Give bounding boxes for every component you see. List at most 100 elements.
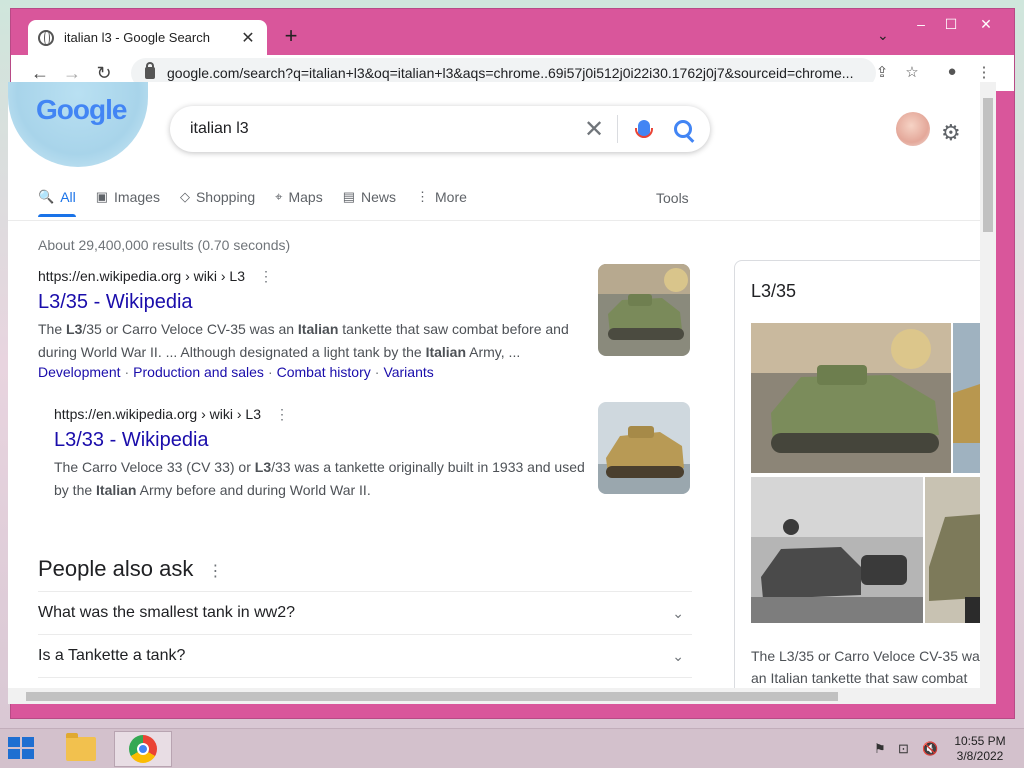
search-divider xyxy=(617,115,618,143)
tab-images[interactable]: ▣ Images xyxy=(96,180,160,214)
folder-icon xyxy=(66,733,96,761)
tab-more[interactable]: ⋮ More xyxy=(416,180,467,214)
map-pin-icon: ⌖ xyxy=(275,189,283,204)
lock-icon[interactable] xyxy=(145,62,155,79)
result-url-text: https://en.wikipedia.org › wiki › L3 xyxy=(54,406,261,422)
chrome-taskbar-button[interactable] xyxy=(114,731,172,767)
file-explorer-taskbar-button[interactable] xyxy=(52,731,110,767)
result-thumbnail[interactable] xyxy=(598,402,690,494)
paa-title-text: People also ask xyxy=(38,556,194,581)
horizontal-scrollbar[interactable] xyxy=(8,688,996,704)
clear-icon[interactable]: ✕ xyxy=(579,115,609,144)
search-input[interactable]: italian l3 xyxy=(190,120,579,138)
tab-close-icon[interactable]: ✕ xyxy=(239,28,257,48)
start-button-windows-icon[interactable] xyxy=(8,737,36,761)
result-options-icon[interactable]: ⋮ xyxy=(275,406,289,422)
knowledge-panel-image[interactable] xyxy=(751,477,923,623)
maximize-button[interactable]: ☐ xyxy=(936,13,966,35)
sitelink-variants[interactable]: Variants xyxy=(383,364,433,380)
tab-all[interactable]: 🔍 All xyxy=(38,180,76,217)
result-url[interactable]: https://en.wikipedia.org › wiki › L3 ⋮ xyxy=(38,268,583,285)
sitelink-development[interactable]: Development xyxy=(38,364,121,380)
tab-news[interactable]: ▤ News xyxy=(343,180,396,214)
avatar[interactable] xyxy=(896,112,930,146)
knowledge-panel-description: The L3/35 or Carro Veloce CV-35 was an I… xyxy=(751,645,980,688)
system-clock[interactable]: 10:55 PM 3/8/2022 xyxy=(950,734,1010,764)
scrollbar-thumb[interactable] xyxy=(983,98,993,232)
tools-button[interactable]: Tools xyxy=(656,190,689,206)
result-snippet: The Carro Veloce 33 (CV 33) or L3/33 was… xyxy=(54,459,585,498)
result-stats: About 29,400,000 results (0.70 seconds) xyxy=(38,237,291,253)
back-button[interactable]: ← xyxy=(27,63,53,84)
network-icon[interactable]: ⊡ xyxy=(898,741,909,757)
knowledge-panel-image[interactable] xyxy=(751,323,951,473)
newspaper-icon: ▤ xyxy=(342,189,355,204)
result-options-icon[interactable]: ⋮ xyxy=(259,268,273,284)
paa-question[interactable]: What was the smallest tank in ww2? ⌄ xyxy=(38,591,692,634)
browser-menu-icon[interactable]: ⋮ xyxy=(973,63,995,81)
sitelink-combat-history[interactable]: Combat history xyxy=(277,364,371,380)
search-result: https://en.wikipedia.org › wiki › L3 ⋮ L3… xyxy=(54,406,594,502)
bookmark-star-icon[interactable]: ☆ xyxy=(901,63,923,81)
knowledge-panel-title: L3/35 xyxy=(751,281,797,301)
volume-muted-icon[interactable]: 🔇 xyxy=(922,741,938,757)
search-result: https://en.wikipedia.org › wiki › L3 ⋮ L3… xyxy=(38,268,583,380)
search-box[interactable]: italian l3 ✕ xyxy=(170,106,710,152)
divider xyxy=(8,220,980,221)
vertical-scrollbar[interactable] xyxy=(980,82,996,688)
tab-shopping[interactable]: ◇ Shopping xyxy=(180,180,255,214)
tab-maps[interactable]: ⌖ Maps xyxy=(275,180,323,214)
result-url-text: https://en.wikipedia.org › wiki › L3 xyxy=(38,268,245,284)
share-icon[interactable]: ⇪ xyxy=(871,63,893,81)
profile-icon[interactable]: ● xyxy=(941,63,963,80)
paa-question[interactable]: Is a Tankette a tank? ⌄ xyxy=(38,634,692,677)
people-also-ask-heading: People also ask ⋮ xyxy=(38,556,223,582)
reload-button[interactable]: ↻ xyxy=(91,63,117,84)
tab-search-chevron-icon[interactable]: ⌄ xyxy=(877,27,889,44)
chevron-down-icon[interactable]: ⌄ xyxy=(672,648,684,665)
tab-title: italian l3 - Google Search xyxy=(64,30,210,45)
doodle-text: Google xyxy=(36,94,127,125)
page-content: Google italian l3 ✕ ⚙ 🔍 All ▣ Images ◇ S… xyxy=(8,82,980,688)
result-title-link[interactable]: L3/35 - Wikipedia xyxy=(38,291,583,314)
tab-label: Maps xyxy=(288,189,323,205)
url-text[interactable]: google.com/search?q=italian+l3&oq=italia… xyxy=(167,65,867,81)
close-window-button[interactable]: ✕ xyxy=(971,13,1001,35)
clock-date: 3/8/2022 xyxy=(956,749,1004,763)
tab-label: All xyxy=(60,189,76,205)
paa-question-text: What was the smallest tank in ww2? xyxy=(38,604,295,621)
google-doodle[interactable]: Google xyxy=(8,82,148,167)
knowledge-panel: L3/35 The L3/35 or Carro Veloce CV-35 wa… xyxy=(734,260,980,688)
flag-icon[interactable]: ⚑ xyxy=(874,741,886,757)
paa-question-partial[interactable] xyxy=(38,677,692,688)
knowledge-panel-image[interactable] xyxy=(953,323,980,473)
knowledge-panel-text: The L3/35 or Carro Veloce CV-35 was an I… xyxy=(751,648,980,686)
tab-label: Images xyxy=(114,189,160,205)
search-icon[interactable] xyxy=(674,120,692,138)
taskbar: ⚑ ⊡ 🔇 10:55 PM 3/8/2022 xyxy=(0,728,1024,768)
globe-icon xyxy=(38,29,54,46)
sitelink-production-and-sales[interactable]: Production and sales xyxy=(133,364,264,380)
result-snippet: The L3/35 or Carro Veloce CV-35 was an I… xyxy=(38,321,569,360)
result-url[interactable]: https://en.wikipedia.org › wiki › L3 ⋮ xyxy=(54,406,594,423)
minimize-button[interactable]: – xyxy=(906,13,936,35)
tab-label: More xyxy=(435,189,467,205)
new-tab-button[interactable]: + xyxy=(279,23,303,49)
forward-button[interactable]: → xyxy=(59,63,85,84)
image-icon: ▣ xyxy=(95,189,109,204)
search-tabs: 🔍 All ▣ Images ◇ Shopping ⌖ Maps ▤ News … xyxy=(38,180,487,217)
microphone-icon[interactable] xyxy=(635,120,653,138)
tab-label: News xyxy=(361,189,397,205)
knowledge-panel-image[interactable] xyxy=(925,477,980,623)
result-thumbnail[interactable] xyxy=(598,264,690,356)
tab-google-search[interactable]: italian l3 - Google Search ✕ xyxy=(28,20,267,55)
tab-label: Shopping xyxy=(195,189,256,205)
paa-options-icon[interactable]: ⋮ xyxy=(207,563,223,580)
more-dots-icon: ⋮ xyxy=(416,189,430,204)
result-title-link[interactable]: L3/33 - Wikipedia xyxy=(54,429,594,452)
chevron-down-icon[interactable]: ⌄ xyxy=(672,605,684,622)
sitelinks: Development · Production and sales · Combat … xyxy=(38,364,434,380)
scrollbar-thumb[interactable] xyxy=(26,692,838,701)
search-icon: 🔍 xyxy=(38,189,55,204)
settings-gear-icon[interactable]: ⚙ xyxy=(941,120,961,146)
